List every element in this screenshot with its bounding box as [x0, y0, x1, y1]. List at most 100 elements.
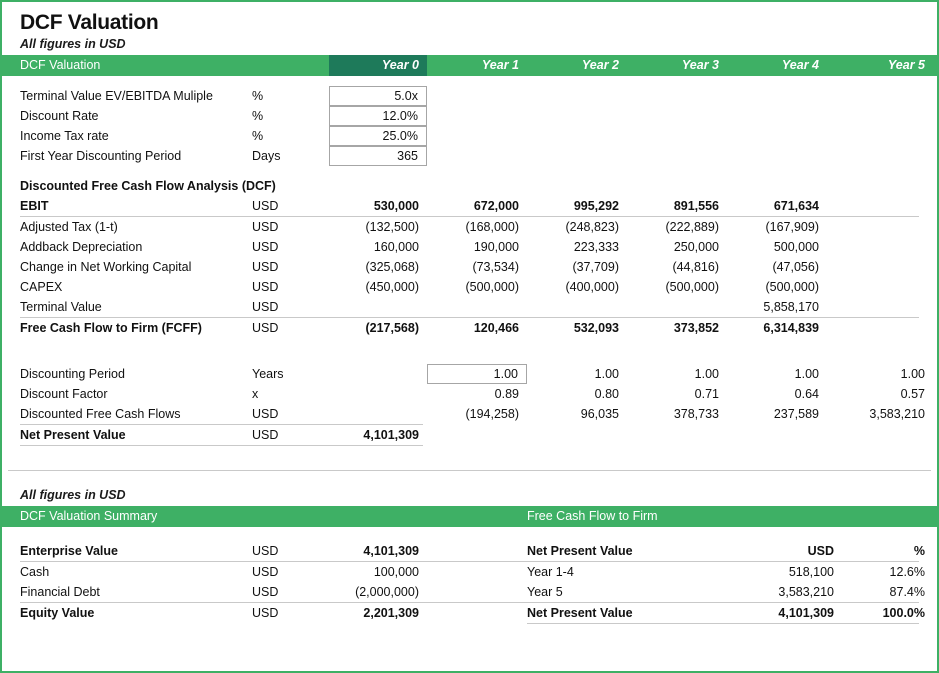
dcf-cell-nwc-y5[interactable]: (47,056) — [727, 257, 827, 277]
summary-row-equity-value: Equity Value USD 2,201,309 Net Present V… — [2, 603, 937, 623]
dcf-cell-ebit-y4[interactable]: 891,556 — [627, 196, 727, 216]
dcf-cell-tax-y4[interactable]: (222,889) — [627, 217, 727, 237]
assumption-row-income-tax-rate: Income Tax rate % 25.0% — [2, 126, 937, 146]
discounting-cell-factor-y3[interactable]: 0.71 — [627, 384, 727, 404]
dcf-cell-fcff-y3[interactable]: 532,093 — [527, 318, 627, 338]
dcf-cell-depr-y3[interactable]: 223,333 — [527, 237, 627, 257]
assumption-label: Discount Rate — [20, 109, 99, 123]
dcf-cell-ebit-y3[interactable]: 995,292 — [527, 196, 627, 216]
summary-left-value[interactable]: 4,101,309 — [329, 541, 427, 561]
assumption-input-terminal-multiple[interactable]: 5.0x — [329, 86, 427, 106]
dcf-section-title-row: Discounted Free Cash Flow Analysis (DCF) — [2, 176, 937, 196]
npv-row: Net Present Value USD 4,101,309 — [2, 425, 937, 445]
discounting-cell-factor-y5[interactable]: 0.57 — [827, 384, 933, 404]
discounting-cell-dfcf-y4[interactable]: 237,589 — [727, 404, 827, 424]
dcf-cell-fcff-y1[interactable]: (217,568) — [329, 318, 427, 338]
discounting-cell-dfcf-y2[interactable]: 96,035 — [527, 404, 627, 424]
discounting-input-period-y1[interactable]: 1.00 — [427, 364, 527, 384]
summary-left-unit: USD — [252, 606, 279, 620]
assumption-unit: Days — [252, 149, 281, 163]
dcf-cell-ebit-y1[interactable]: 530,000 — [329, 196, 427, 216]
summary-right-total-pct[interactable]: 100.0% — [842, 603, 933, 623]
dcf-cell-fcff-y5[interactable]: 6,314,839 — [727, 318, 827, 338]
column-header-year-2[interactable]: Year 2 — [527, 55, 627, 76]
dcf-row-terminal-value: Terminal Value USD 5,858,170 — [2, 297, 937, 317]
summary-right-label: Year 1-4 — [527, 565, 574, 579]
dcf-row-change-nwc: Change in Net Working Capital USD (325,0… — [2, 257, 937, 277]
dcf-row-label: EBIT — [20, 199, 49, 213]
dcf-cell-tax-y1[interactable]: (132,500) — [329, 217, 427, 237]
dcf-row-adjusted-tax: Adjusted Tax (1-t) USD (132,500) (168,00… — [2, 217, 937, 237]
summary-right-pct[interactable]: 12.6% — [842, 562, 933, 582]
summary-left-value[interactable]: (2,000,000) — [329, 582, 427, 602]
dcf-cell-depr-y1[interactable]: 160,000 — [329, 237, 427, 257]
dcf-cell-capex-y3[interactable]: (400,000) — [527, 277, 627, 297]
dcf-cell-fcff-y2[interactable]: 120,466 — [427, 318, 527, 338]
dcf-cell-tax-y2[interactable]: (168,000) — [427, 217, 527, 237]
discounting-cell-dfcf-y3[interactable]: 378,733 — [627, 404, 727, 424]
discounting-cell-period-y4[interactable]: 1.00 — [727, 364, 827, 384]
dcf-row-unit: USD — [252, 220, 279, 234]
discounting-row-unit: Years — [252, 367, 284, 381]
discounting-cell-period-y3[interactable]: 1.00 — [627, 364, 727, 384]
assumption-input-first-year-period[interactable]: 365 — [329, 146, 427, 166]
summary-left-value[interactable]: 100,000 — [329, 562, 427, 582]
dcf-header-band: DCF Valuation Year 0 Year 1 Year 2 Year … — [2, 55, 937, 76]
dcf-row-ebit: EBIT USD 530,000 672,000 995,292 891,556… — [2, 196, 937, 216]
summary-right-header-label: Net Present Value — [527, 544, 633, 558]
summary-row-cash: Cash USD 100,000 Year 1-4 518,100 12.6% — [2, 562, 937, 582]
assumption-unit: % — [252, 129, 264, 143]
dcf-cell-capex-y5[interactable]: (500,000) — [727, 277, 827, 297]
assumption-input-discount-rate[interactable]: 12.0% — [329, 106, 427, 126]
discounting-cell-factor-y4[interactable]: 0.64 — [727, 384, 827, 404]
dcf-cell-nwc-y4[interactable]: (44,816) — [627, 257, 727, 277]
dcf-cell-ebit-y2[interactable]: 672,000 — [427, 196, 527, 216]
discounting-cell-dfcf-y5[interactable]: 3,583,210 — [827, 404, 933, 424]
npv-value[interactable]: 4,101,309 — [329, 425, 427, 445]
assumption-input-income-tax-rate[interactable]: 25.0% — [329, 126, 427, 146]
assumption-row-first-year-period: First Year Discounting Period Days 365 — [2, 146, 937, 166]
dcf-cell-fcff-y4[interactable]: 373,852 — [627, 318, 727, 338]
npv-unit: USD — [252, 428, 279, 442]
summary-right-value[interactable]: 518,100 — [742, 562, 842, 582]
dcf-row-label: Adjusted Tax (1-t) — [20, 220, 118, 234]
dcf-cell-tv-y5[interactable]: 5,858,170 — [727, 297, 827, 317]
spacer-after-assumptions — [2, 166, 937, 176]
discounting-cell-period-y5[interactable]: 1.00 — [827, 364, 933, 384]
dcf-cell-depr-y2[interactable]: 190,000 — [427, 237, 527, 257]
dcf-row-label: Terminal Value — [20, 300, 102, 314]
discounting-cell-period-y2[interactable]: 1.00 — [527, 364, 627, 384]
discounting-row-factor: Discount Factor x 0.89 0.80 0.71 0.64 0.… — [2, 384, 937, 404]
discounting-cell-dfcf-y1[interactable]: (194,258) — [427, 404, 527, 424]
summary-right-pct[interactable]: 87.4% — [842, 582, 933, 602]
dcf-cell-depr-y4[interactable]: 250,000 — [627, 237, 727, 257]
dcf-cell-nwc-y1[interactable]: (325,068) — [329, 257, 427, 277]
discounting-cell-factor-y2[interactable]: 0.80 — [527, 384, 627, 404]
summary-right-value[interactable]: 3,583,210 — [742, 582, 842, 602]
summary-left-unit: USD — [252, 544, 279, 558]
dcf-cell-ebit-y5[interactable]: 671,634 — [727, 196, 827, 216]
dcf-cell-tax-y3[interactable]: (248,823) — [527, 217, 627, 237]
dcf-cell-nwc-y3[interactable]: (37,709) — [527, 257, 627, 277]
dcf-cell-capex-y2[interactable]: (500,000) — [427, 277, 527, 297]
dcf-row-label: CAPEX — [20, 280, 63, 294]
assumption-row-discount-rate: Discount Rate % 12.0% — [2, 106, 937, 126]
discounting-cell-factor-y1[interactable]: 0.89 — [427, 384, 527, 404]
dcf-cell-capex-y1[interactable]: (450,000) — [329, 277, 427, 297]
dcf-cell-depr-y5[interactable]: 500,000 — [727, 237, 827, 257]
column-header-year-3[interactable]: Year 3 — [627, 55, 727, 76]
dcf-cell-tax-y5[interactable]: (167,909) — [727, 217, 827, 237]
summary-left-unit: USD — [252, 565, 279, 579]
dcf-cell-nwc-y2[interactable]: (73,534) — [427, 257, 527, 277]
dcf-row-unit: USD — [252, 199, 279, 213]
column-header-year-0[interactable]: Year 0 — [329, 55, 427, 76]
summary-left-value[interactable]: 2,201,309 — [329, 603, 427, 623]
column-header-year-4[interactable]: Year 4 — [727, 55, 827, 76]
column-header-year-5[interactable]: Year 5 — [827, 55, 933, 76]
dcf-cell-capex-y4[interactable]: (500,000) — [627, 277, 727, 297]
dcf-valuation-page: DCF Valuation All figures in USD DCF Val… — [0, 0, 939, 673]
spacer-before-divider — [2, 446, 937, 470]
summary-right-total-value[interactable]: 4,101,309 — [742, 603, 842, 623]
assumption-label: First Year Discounting Period — [20, 149, 182, 163]
column-header-year-1[interactable]: Year 1 — [427, 55, 527, 76]
